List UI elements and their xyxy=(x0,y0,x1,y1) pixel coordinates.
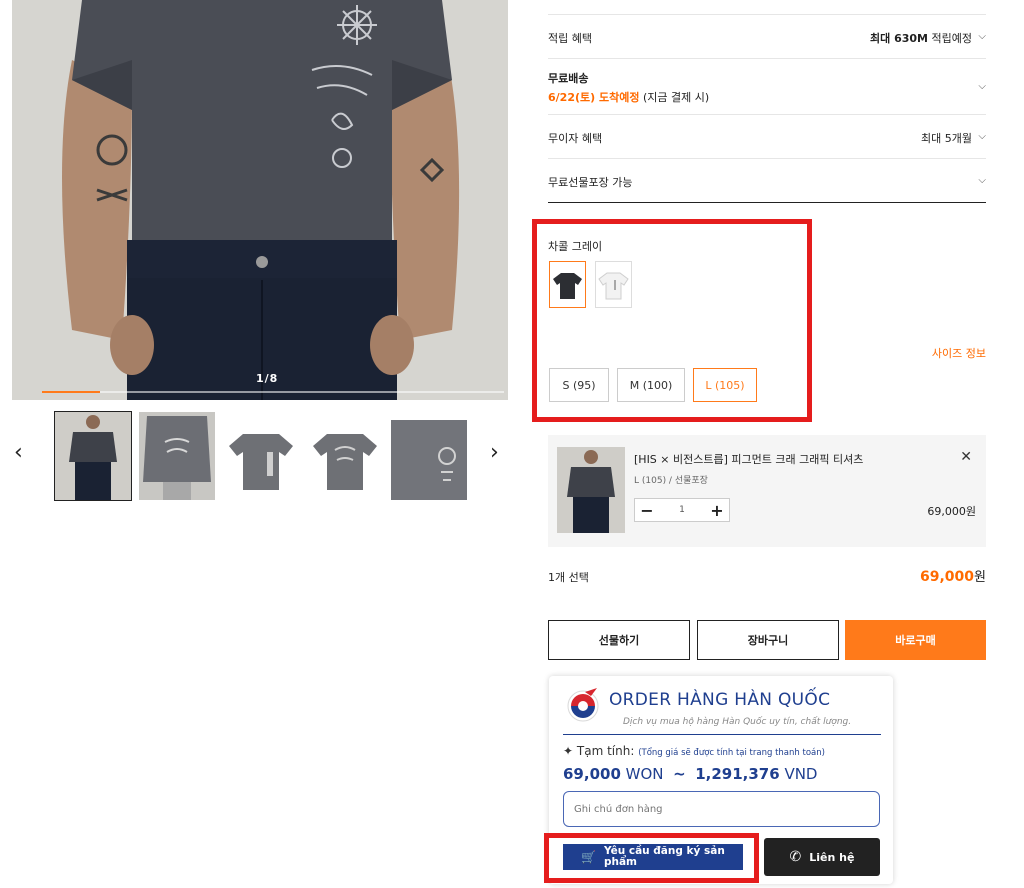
thumbnail-3[interactable] xyxy=(223,412,299,500)
phone-icon: ✆ xyxy=(789,849,802,865)
contact-label: Liên hệ xyxy=(809,850,855,864)
vnd-unit: VND xyxy=(784,765,818,783)
quantity-plus-button[interactable]: + xyxy=(705,499,729,521)
divider xyxy=(548,14,986,15)
delivery-estimate: 6/22(토) 도착예정 (지금 결제 시) xyxy=(548,89,709,105)
installment-label: 무이자 혜택 xyxy=(548,132,603,145)
points-note: 적립예정 xyxy=(928,32,973,45)
selected-item-option: L (105) / 선물포장 xyxy=(634,476,708,486)
order-note-input[interactable] xyxy=(563,791,880,827)
thumbnail-1[interactable] xyxy=(54,411,132,501)
thumbnail-carousel: ‹ › xyxy=(0,410,520,502)
chevron-down-icon[interactable]: ⌵ xyxy=(978,81,986,92)
thumbnail-image xyxy=(223,412,299,500)
estimate-note: (Tổng giá sẽ được tính tại trang thanh t… xyxy=(638,748,825,758)
add-to-cart-button[interactable]: 장바구니 xyxy=(697,620,839,660)
highlight-box xyxy=(532,219,812,422)
order-widget-subtitle: Dịch vụ mua hộ hàng Hàn Quốc uy tín, chấ… xyxy=(623,717,852,727)
quantity-minus-button[interactable]: − xyxy=(635,499,659,521)
thumbnail-image xyxy=(391,412,467,500)
order-widget-title: ORDER HÀNG HÀN QUỐC xyxy=(609,690,831,710)
price-vnd: 1,291,376 xyxy=(695,765,780,783)
selected-count: 1개 선택 xyxy=(548,571,589,584)
thumbnail-5[interactable] xyxy=(391,412,467,500)
thumbnail-4[interactable] xyxy=(307,412,383,500)
thumbnail-prev-arrow[interactable]: ‹ xyxy=(14,440,23,465)
thumbnail-image xyxy=(139,412,215,500)
gift-wrap-label: 무료선물포장 가능 xyxy=(548,176,633,189)
chevron-down-icon[interactable]: ⌵ xyxy=(978,175,986,186)
main-product-image[interactable]: 1/8 xyxy=(12,0,508,400)
gift-button[interactable]: 선물하기 xyxy=(548,620,690,660)
chevron-down-icon[interactable]: ⌵ xyxy=(978,131,986,142)
thumbnail-2[interactable] xyxy=(139,412,215,500)
image-counter: 1/8 xyxy=(256,372,279,385)
total-amount: 69,000 xyxy=(920,569,975,585)
remove-item-icon[interactable]: ✕ xyxy=(960,449,972,465)
size-info-link[interactable]: 사이즈 정보 xyxy=(932,345,986,361)
selected-item-thumbnail xyxy=(557,447,625,533)
total-price: 69,000원 xyxy=(920,566,986,585)
quantity-stepper: − 1 + xyxy=(634,498,730,522)
gallery-progress-fill xyxy=(42,391,100,393)
thumbnail-next-arrow[interactable]: › xyxy=(490,440,499,465)
converted-price: 69,000 WON ~ 1,291,376 VND xyxy=(563,765,818,783)
selected-item-card: [HIS × 비전스트릅] 피그먼트 크래 그래픽 티셔츠 L (105) / … xyxy=(548,435,986,547)
free-shipping-label: 무료배송 xyxy=(548,72,589,85)
divider xyxy=(563,734,881,735)
contact-button[interactable]: ✆ Liên hệ xyxy=(764,838,880,876)
benefit-points-value[interactable]: 최대 630M 적립예정 xyxy=(870,30,972,46)
divider xyxy=(548,202,986,203)
price-won: 69,000 xyxy=(563,765,621,783)
buy-now-button[interactable]: 바로구매 xyxy=(845,620,986,660)
highlight-box xyxy=(544,833,759,883)
quantity-value[interactable]: 1 xyxy=(659,499,705,521)
selected-item-image xyxy=(557,447,625,533)
sparkle-icon: ✦ xyxy=(563,744,574,758)
thumbnail-image xyxy=(55,412,131,500)
benefit-points-label: 적립 혜택 xyxy=(548,32,592,45)
divider xyxy=(548,114,986,115)
divider xyxy=(548,58,986,59)
points-amount: 최대 630M xyxy=(870,32,929,45)
model-photo xyxy=(12,0,508,400)
estimate-label: Tạm tính: xyxy=(576,744,635,758)
total-unit: 원 xyxy=(974,570,986,585)
delivery-note: (지금 결제 시) xyxy=(639,91,710,104)
chevron-down-icon[interactable]: ⌵ xyxy=(978,31,986,42)
order-logo-icon xyxy=(567,688,599,722)
product-page: 1/8 ‹ › 적립 혜택 최대 630M 적립예정 ⌵ 무료배송 6/22(토… xyxy=(0,0,1024,888)
selected-item-price: 69,000원 xyxy=(927,505,976,518)
estimate-row: ✦ Tạm tính: (Tổng giá sẽ được tính tại t… xyxy=(563,744,825,758)
installment-value[interactable]: 최대 5개월 xyxy=(921,130,972,146)
selected-item-name: [HIS × 비전스트릅] 피그먼트 크래 그래픽 티셔츠 xyxy=(634,453,864,466)
gallery-progress-track xyxy=(42,391,504,393)
price-tilde: ~ xyxy=(673,765,686,783)
delivery-date: 6/22(토) 도착예정 xyxy=(548,91,640,104)
thumbnail-image xyxy=(307,412,383,500)
divider xyxy=(548,158,986,159)
won-unit: WON xyxy=(625,765,664,783)
